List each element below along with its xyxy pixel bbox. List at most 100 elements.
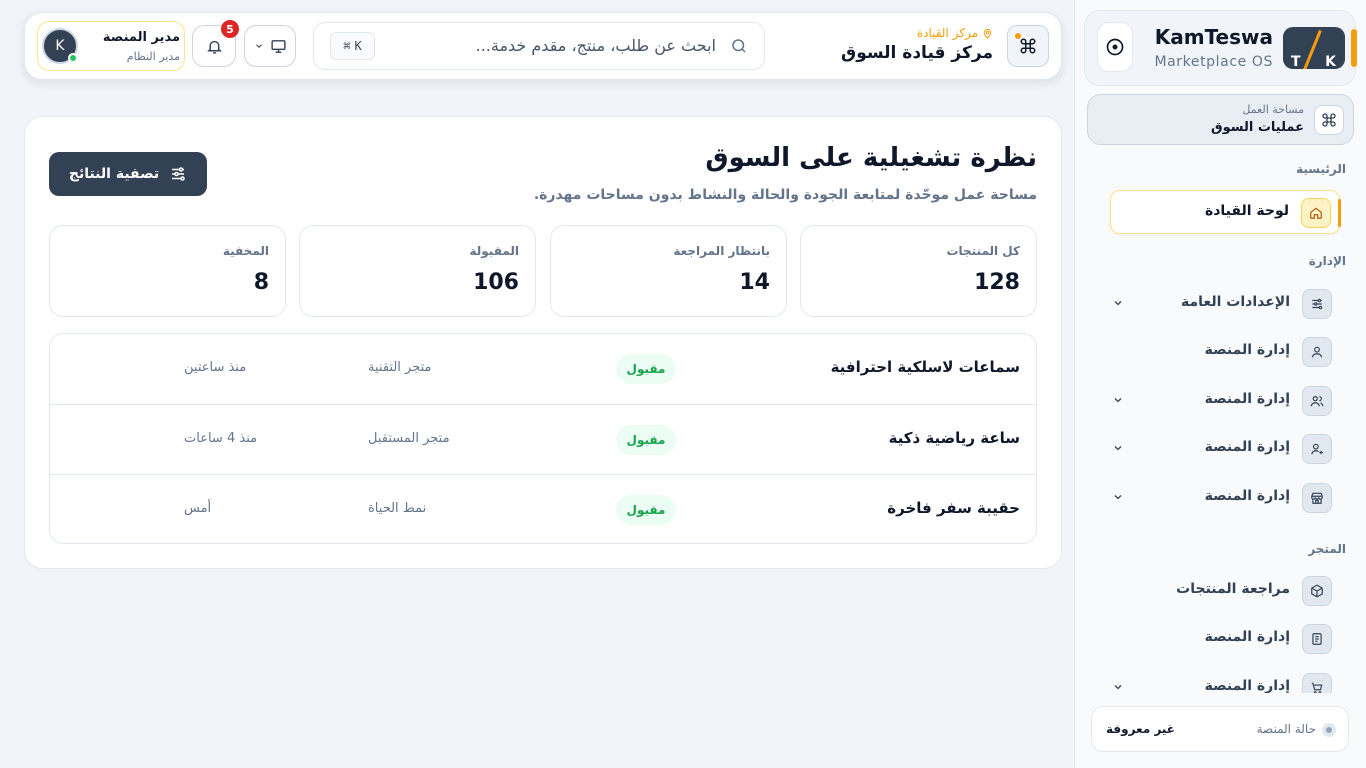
home-icon — [1301, 198, 1331, 228]
chevron-down-icon — [255, 44, 262, 48]
notifications-badge: 5 — [221, 20, 239, 38]
section-admin-heading: الإدارة — [1308, 254, 1346, 268]
notifications-button[interactable]: 5 — [192, 20, 239, 67]
stat-value: 14 — [739, 270, 770, 295]
chevron-down-icon — [1114, 301, 1122, 306]
brand-subtitle: Marketplace OS — [1154, 54, 1273, 70]
map-pin-icon — [983, 28, 992, 39]
sidebar-item-platform-3[interactable]: إدارة المنصة — [1108, 427, 1340, 471]
sidebar-toggle-button[interactable] — [1097, 22, 1133, 72]
workspace-switcher[interactable]: مساحة العمل عمليات السوق — [1087, 94, 1354, 145]
sidebar-item-label: إدارة المنصة — [1204, 629, 1290, 645]
sidebar-item-platform-2[interactable]: إدارة المنصة — [1108, 379, 1340, 423]
chevron-down-icon — [1114, 398, 1122, 403]
search-icon — [732, 39, 746, 53]
status-badge: مقبول — [616, 354, 676, 384]
chevron-down-icon — [1114, 495, 1122, 500]
shortcut-symbol: ⌘ — [343, 39, 351, 53]
sidebar-item-platform-5[interactable]: إدارة المنصة — [1108, 617, 1340, 661]
sidebar-item-platform-6[interactable]: إدارة المنصة — [1108, 666, 1340, 693]
sidebar-item-general-settings[interactable]: الإعدادات العامة — [1108, 282, 1340, 326]
user-role: مدير النظام — [126, 50, 180, 63]
store-name: نمط الحياة — [368, 501, 427, 516]
command-palette-button[interactable] — [1007, 25, 1049, 67]
page-title: نظرة تشغيلية على السوق — [705, 143, 1037, 173]
logo-letter-right: K — [1325, 54, 1336, 69]
brand-name: KamTeswa — [1154, 25, 1273, 49]
user-name: مدير المنصة — [102, 30, 180, 45]
online-indicator — [68, 53, 78, 63]
box-icon — [1302, 576, 1332, 606]
store-icon — [1302, 483, 1332, 513]
brand-accent-bar — [1351, 29, 1357, 67]
sidebar-item-label: إدارة المنصة — [1204, 488, 1290, 504]
stat-label: المخفية — [222, 244, 269, 258]
sidebar: T K KamTeswa Marketplace OS مساحة العمل … — [1074, 0, 1366, 768]
search-shortcut-badge: ⌘ K — [330, 32, 375, 60]
chevron-down-icon — [1114, 685, 1122, 690]
stat-label: بانتظار المراجعة — [673, 244, 770, 258]
monitor-icon — [270, 39, 286, 53]
stat-value: 8 — [253, 270, 269, 295]
users-icon — [1302, 386, 1332, 416]
chevron-down-icon — [1114, 446, 1122, 451]
store-name: متجر التقنية — [368, 360, 432, 375]
sidebar-item-dashboard[interactable]: لوحة القيادة — [1110, 190, 1341, 234]
products-table: سماعات لاسلكية احترافية مقبول متجر التقن… — [49, 333, 1037, 544]
command-icon — [1020, 38, 1036, 54]
cart-icon — [1302, 673, 1332, 693]
sidebar-item-platform-1[interactable]: إدارة المنصة — [1108, 330, 1340, 374]
avatar: K — [42, 28, 78, 64]
platform-status-card: حالة المنصة غير معروفة — [1091, 706, 1349, 752]
brand-card: T K KamTeswa Marketplace OS — [1084, 10, 1357, 86]
overview-card: نظرة تشغيلية على السوق مساحة عمل موحّدة … — [24, 116, 1062, 569]
shortcut-key: K — [354, 39, 362, 53]
row-timestamp: منذ ساعتين — [184, 360, 247, 375]
sidebar-item-label: الإعدادات العامة — [1181, 294, 1290, 310]
page-subtitle: مساحة عمل موحّدة لمتابعة الجودة والحالة … — [533, 187, 1037, 203]
table-row[interactable]: ساعة رياضية ذكية مقبول متجر المستقبل منذ… — [50, 404, 1036, 474]
sidebar-nav: لوحة القيادة الإدارة الإعدادات العامة إد… — [1074, 188, 1366, 693]
global-search[interactable]: ابحث عن طلب، منتج، مقدم خدمة... ⌘ K — [313, 22, 765, 70]
workspace-label: مساحة العمل — [1242, 103, 1304, 116]
sliders-icon — [172, 167, 185, 181]
store-name: متجر المستقبل — [368, 431, 450, 446]
logo-letter-left: T — [1291, 54, 1302, 69]
product-name: ساعة رياضية ذكية — [888, 429, 1020, 447]
user-menu[interactable]: K مدير المنصة مدير النظام — [37, 21, 185, 71]
product-name: سماعات لاسلكية احترافية — [830, 358, 1020, 376]
stat-card-accepted: المقبولة 106 — [299, 225, 536, 317]
product-name: حقيبة سفر فاخرة — [887, 499, 1020, 517]
header-eyebrow: مركز القيادة — [917, 26, 993, 40]
sidebar-item-platform-4[interactable]: إدارة المنصة — [1108, 476, 1340, 520]
sidebar-item-label: مراجعة المنتجات — [1176, 581, 1290, 597]
table-row[interactable]: سماعات لاسلكية احترافية مقبول متجر التقن… — [50, 334, 1036, 404]
platform-status-label: حالة المنصة — [1256, 722, 1316, 736]
platform-status-value: غير معروفة — [1106, 722, 1175, 736]
search-input[interactable]: ابحث عن طلب، منتج، مقدم خدمة... — [476, 36, 716, 55]
avatar-initial: K — [55, 38, 65, 54]
display-mode-button[interactable] — [244, 25, 296, 67]
user-plus-icon — [1302, 434, 1332, 464]
stat-card-hidden: المخفية 8 — [49, 225, 286, 317]
status-badge: مقبول — [616, 495, 676, 525]
filter-button-label: تصفية النتائج — [68, 166, 160, 182]
receipt-icon — [1302, 624, 1332, 654]
row-timestamp: منذ 4 ساعات — [184, 431, 258, 446]
stat-card-pending-review: بانتظار المراجعة 14 — [550, 225, 787, 317]
row-timestamp: أمس — [184, 501, 212, 516]
section-store-heading: المتجر — [1308, 542, 1346, 556]
top-header: مركز القيادة مركز قيادة السوق ابحث عن طل… — [24, 12, 1062, 80]
section-main-heading: الرئيسية — [1296, 162, 1346, 176]
sidebar-item-label: إدارة المنصة — [1204, 439, 1290, 455]
stat-card-all-products: كل المنتجات 128 — [800, 225, 1037, 317]
table-row[interactable]: حقيبة سفر فاخرة مقبول نمط الحياة أمس — [50, 474, 1036, 543]
sidebar-item-label: إدارة المنصة — [1204, 678, 1290, 693]
header-title: مركز قيادة السوق — [841, 43, 993, 63]
filter-results-button[interactable]: تصفية النتائج — [49, 152, 207, 196]
sidebar-item-product-review[interactable]: مراجعة المنتجات — [1108, 569, 1340, 613]
workspace-value: عمليات السوق — [1210, 120, 1304, 135]
stat-label: المقبولة — [469, 244, 519, 258]
stat-value: 128 — [974, 270, 1020, 295]
sidebar-item-label: إدارة المنصة — [1204, 342, 1290, 358]
